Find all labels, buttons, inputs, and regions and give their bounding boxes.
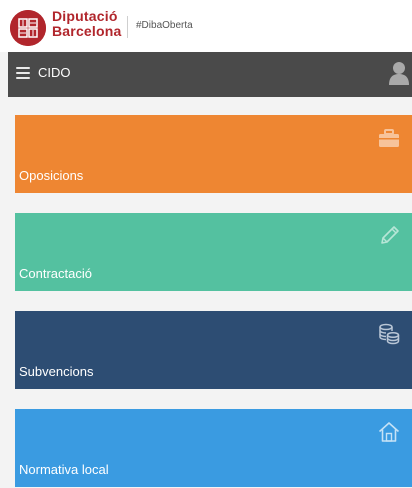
- brand-line-2: Barcelona: [52, 23, 122, 39]
- briefcase-icon: [378, 127, 400, 149]
- brand-header: Diputació Barcelona #DibaOberta: [0, 0, 412, 52]
- card-label-oposicions: Oposicions: [19, 168, 84, 183]
- navbar: CIDO: [8, 52, 412, 97]
- card-label-contractacio: Contractació: [19, 266, 92, 281]
- hashtag-link[interactable]: #DibaOberta: [136, 20, 193, 31]
- page: Diputació Barcelona #DibaOberta CIDO Opo…: [0, 0, 412, 488]
- brand-divider: [127, 16, 128, 38]
- user-icon[interactable]: [388, 60, 410, 86]
- card-subvencions[interactable]: Subvencions: [15, 311, 412, 389]
- card-oposicions[interactable]: Oposicions: [15, 115, 412, 193]
- pencil-icon: [378, 225, 400, 247]
- nav-title[interactable]: CIDO: [38, 65, 71, 80]
- diputacio-logo[interactable]: [10, 10, 46, 46]
- brand-name[interactable]: Diputació Barcelona: [52, 9, 122, 39]
- house-icon: [378, 421, 400, 443]
- card-label-normativa-local: Normativa local: [19, 462, 109, 477]
- card-label-subvencions: Subvencions: [19, 364, 94, 379]
- coins-icon: [378, 323, 400, 345]
- card-normativa-local[interactable]: Normativa local: [15, 409, 412, 487]
- brand-line-1: Diputació: [52, 8, 118, 24]
- hamburger-menu-icon[interactable]: [16, 67, 30, 79]
- card-contractacio[interactable]: Contractació: [15, 213, 412, 291]
